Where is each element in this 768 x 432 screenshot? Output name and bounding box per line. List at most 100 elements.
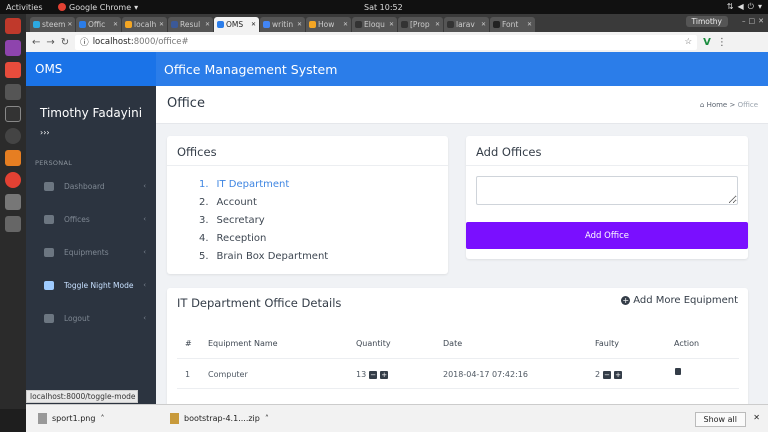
browser-tab[interactable]: Eloqu ✕ (352, 17, 397, 32)
screen-recorder-icon[interactable] (5, 40, 21, 56)
browser-tab[interactable]: [Prop ✕ (398, 17, 443, 32)
chevron-up-icon[interactable]: ˄ (100, 414, 104, 423)
trash-app-icon[interactable] (5, 18, 21, 34)
atom-icon[interactable] (5, 128, 21, 144)
apps-grid-icon[interactable] (5, 216, 21, 232)
close-tab-icon[interactable]: ✕ (159, 21, 164, 28)
sidebar-item-equipments[interactable]: Equipments ‹ (26, 242, 156, 262)
terminal-icon[interactable] (5, 106, 21, 122)
tab-favicon-icon (447, 21, 454, 28)
software-center-icon[interactable] (5, 150, 21, 166)
close-tab-icon[interactable]: ✕ (527, 21, 532, 28)
browser-tab[interactable]: Font ✕ (490, 17, 535, 32)
bookmark-star-icon[interactable]: ☆ (685, 37, 693, 47)
column-header-date: Date (443, 339, 463, 348)
download-item-zip[interactable]: bootstrap-4.1....zip ˄ (170, 413, 290, 424)
browser-tab[interactable]: Resul ✕ (168, 17, 213, 32)
back-icon[interactable]: ← (32, 37, 40, 48)
show-all-downloads-button[interactable]: Show all (694, 412, 746, 427)
image-file-icon (38, 413, 47, 424)
forward-icon[interactable]: → (46, 37, 54, 48)
delete-row-button[interactable] (675, 368, 681, 375)
video-app-icon[interactable] (5, 84, 21, 100)
close-tab-icon[interactable]: ✕ (297, 21, 302, 28)
chevron-down-icon: ▾ (757, 2, 762, 11)
tab-favicon-icon (401, 21, 408, 28)
browser-tab[interactable]: OMS ✕ (214, 17, 259, 32)
office-list-item[interactable]: 4. Reception (199, 230, 328, 248)
tab-favicon-icon (263, 21, 270, 28)
close-tab-icon[interactable]: ✕ (113, 21, 118, 28)
sidebar-item-logout[interactable]: Logout ‹ (26, 308, 156, 328)
tab-favicon-icon (79, 21, 86, 28)
clock[interactable]: Sat 10:52 (364, 3, 403, 12)
chrome-app-icon[interactable] (5, 172, 21, 188)
browser-tab[interactable]: steem ✕ (30, 17, 75, 32)
add-more-equipment-button[interactable]: + Add More Equipment (621, 295, 738, 306)
breadcrumb-home[interactable]: Home (707, 101, 728, 109)
sidebar-item-toggle-night-mode[interactable]: Toggle Night Mode ‹ (26, 275, 156, 295)
column-header-faulty: Faulty (595, 339, 619, 348)
offices-card-title: Offices (177, 145, 217, 159)
tab-favicon-icon (217, 21, 224, 28)
add-offices-card: Add Offices Add Office (466, 136, 748, 259)
chevron-up-icon[interactable]: ˄ (265, 414, 269, 423)
minimize-icon[interactable]: – (742, 17, 746, 25)
profile-button[interactable]: Timothy (685, 16, 728, 27)
maximize-icon[interactable]: □ (749, 17, 756, 25)
system-tray[interactable]: ⇅ ◀ ⏻ ▾ (727, 2, 762, 12)
browser-tab[interactable]: Offic ✕ (76, 17, 121, 32)
add-office-button[interactable]: Add Office (466, 222, 748, 249)
download-item-png[interactable]: sport1.png ˄ (38, 413, 158, 424)
calculator-icon[interactable] (5, 194, 21, 210)
menu-icon[interactable]: ⋮ (717, 37, 727, 48)
chevron-left-icon: ‹ (143, 248, 146, 256)
zip-file-icon (170, 413, 179, 424)
close-tab-icon[interactable]: ✕ (343, 21, 348, 28)
sidebar-item-dashboard[interactable]: Dashboard ‹ (26, 176, 156, 196)
home-icon: ⌂ (699, 101, 705, 109)
brand-logo[interactable]: OMS (26, 52, 156, 86)
app-header-title: Office Management System (156, 52, 768, 86)
increase-faulty-icon[interactable]: + (614, 370, 623, 379)
browser-chrome: steem ✕ Offic ✕ localh ✕ Resul ✕ OMS ✕ writin ✕ How ✕… (26, 14, 768, 52)
sidebar-item-offices[interactable]: Offices ‹ (26, 209, 156, 229)
tab-favicon-icon (493, 21, 500, 28)
browser-tab[interactable]: How ✕ (306, 17, 351, 32)
close-icon[interactable]: ✕ (758, 17, 764, 25)
close-tab-icon[interactable]: ✕ (205, 21, 210, 28)
plus-circle-icon: + (621, 296, 631, 305)
close-tab-icon[interactable]: ✕ (67, 21, 72, 28)
browser-tab[interactable]: larav ✕ (444, 17, 489, 32)
vue-devtools-icon[interactable]: V (703, 37, 711, 48)
app-menu[interactable]: Google Chrome ▾ (58, 3, 138, 12)
dashboard-icon (44, 181, 54, 191)
add-offices-title: Add Offices (476, 145, 542, 159)
reload-icon[interactable]: ↻ (61, 37, 69, 48)
sidebar: Timothy Fadayini ››› PERSONAL Dashboard ‹… (26, 86, 156, 404)
office-name-textarea[interactable] (476, 176, 738, 205)
increase-quantity-icon[interactable]: + (380, 370, 389, 379)
office-list-item[interactable]: 5. Brain Box Department (199, 248, 328, 266)
close-tab-icon[interactable]: ✕ (481, 21, 486, 28)
activities-button[interactable]: Activities (6, 3, 43, 12)
decrease-quantity-icon[interactable]: − (369, 370, 378, 379)
decrease-faulty-icon[interactable]: − (603, 370, 612, 379)
close-tab-icon[interactable]: ✕ (251, 21, 256, 28)
office-list-item[interactable]: 3. Secretary (199, 212, 328, 230)
close-tab-icon[interactable]: ✕ (389, 21, 394, 28)
close-tab-icon[interactable]: ✕ (435, 21, 440, 28)
chevron-left-icon: ‹ (143, 182, 146, 190)
address-bar[interactable]: ⓘ localhost: 8000/office# ☆ (75, 34, 698, 50)
office-list-item[interactable]: 1. IT Department (199, 176, 328, 194)
toolbar: ← → ↻ ⓘ localhost: 8000/office# ☆ V ⋮ (26, 32, 768, 52)
close-download-bar-icon[interactable]: ✕ (753, 413, 760, 422)
user-menu-toggle[interactable]: ››› (40, 128, 50, 137)
browser-tab[interactable]: localh ✕ (122, 17, 167, 32)
chevron-left-icon: ‹ (143, 281, 146, 289)
office-list-item[interactable]: 2. Account (199, 194, 328, 212)
software-icon[interactable] (5, 62, 21, 78)
window-controls: – □ ✕ (742, 17, 764, 25)
tab-favicon-icon (309, 21, 316, 28)
browser-tab[interactable]: writin ✕ (260, 17, 305, 32)
